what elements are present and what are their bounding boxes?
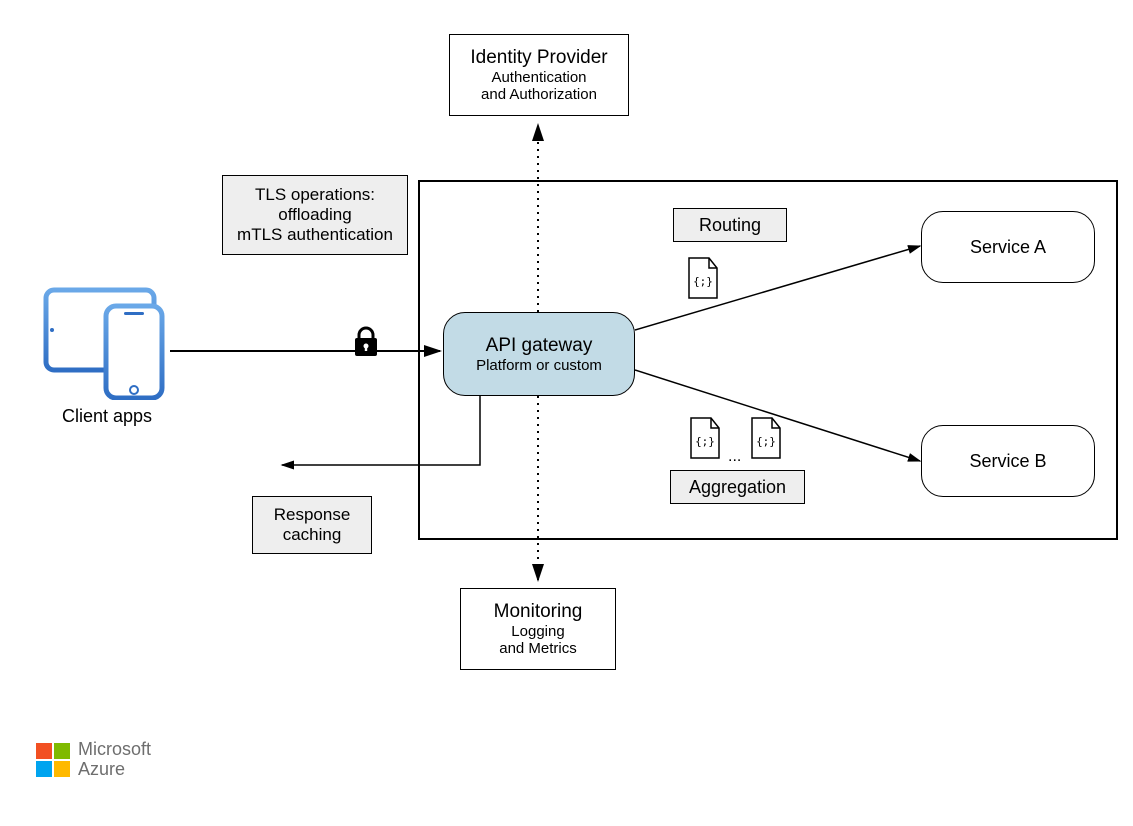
routing-doc-icon: {;} xyxy=(685,256,721,300)
identity-title: Identity Provider xyxy=(470,47,607,69)
response-caching-box: Response caching xyxy=(252,496,372,554)
tls-line1: TLS operations: xyxy=(255,185,375,205)
tls-box: TLS operations: offloading mTLS authenti… xyxy=(222,175,408,255)
gateway-title: API gateway xyxy=(486,335,593,357)
service-a-label: Service A xyxy=(970,237,1046,258)
aggregation-box: Aggregation xyxy=(670,470,805,504)
api-gateway-box: API gateway Platform or custom xyxy=(443,312,635,396)
gateway-sub: Platform or custom xyxy=(476,357,602,374)
connectors xyxy=(0,0,1133,826)
service-a-box: Service A xyxy=(921,211,1095,283)
monitoring-box: Monitoring Logging and Metrics xyxy=(460,588,616,670)
identity-line1: Authentication xyxy=(491,69,586,86)
tls-line3: mTLS authentication xyxy=(237,225,393,245)
monitoring-line1: Logging xyxy=(511,623,564,640)
svg-text:{;}: {;} xyxy=(756,435,776,448)
aggregation-ellipsis: ... xyxy=(728,448,741,466)
svg-text:{;}: {;} xyxy=(695,435,715,448)
response-line1: Response xyxy=(274,505,351,525)
response-line2: caching xyxy=(283,525,342,545)
service-b-box: Service B xyxy=(921,425,1095,497)
identity-line2: and Authorization xyxy=(481,86,597,103)
client-apps-label: Client apps xyxy=(62,406,152,427)
routing-label: Routing xyxy=(699,215,761,236)
lock-icon xyxy=(352,326,380,360)
monitoring-title: Monitoring xyxy=(494,601,583,623)
aggregation-label: Aggregation xyxy=(689,477,786,498)
tls-line2: offloading xyxy=(278,205,351,225)
svg-text:{;}: {;} xyxy=(693,275,713,288)
client-devices-icon xyxy=(38,280,178,400)
identity-provider-box: Identity Provider Authentication and Aut… xyxy=(449,34,629,116)
routing-box: Routing xyxy=(673,208,787,242)
aggregation-doc-icon-1: {;} xyxy=(687,416,723,460)
arrow-gateway-to-response xyxy=(282,396,480,465)
aggregation-doc-icon-2: {;} xyxy=(748,416,784,460)
arrow-gateway-to-service-a xyxy=(635,246,920,330)
monitoring-line2: and Metrics xyxy=(499,640,577,657)
service-b-label: Service B xyxy=(969,451,1046,472)
